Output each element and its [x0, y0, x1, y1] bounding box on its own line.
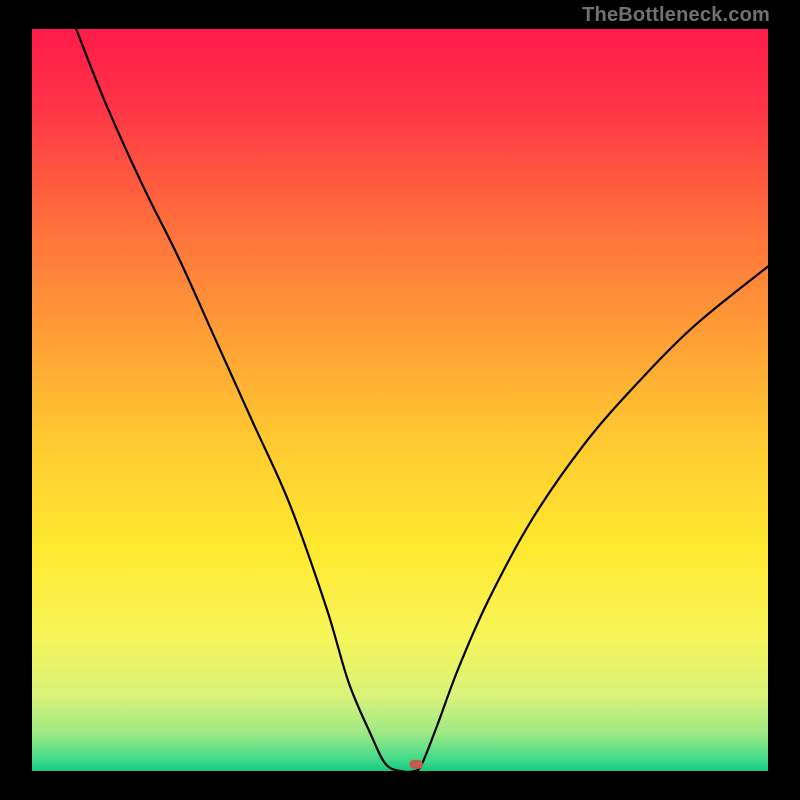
gradient-background — [32, 29, 768, 771]
watermark-text: TheBottleneck.com — [582, 4, 770, 27]
optimal-point-marker — [410, 760, 423, 769]
bottleneck-curve-plot — [32, 29, 768, 771]
